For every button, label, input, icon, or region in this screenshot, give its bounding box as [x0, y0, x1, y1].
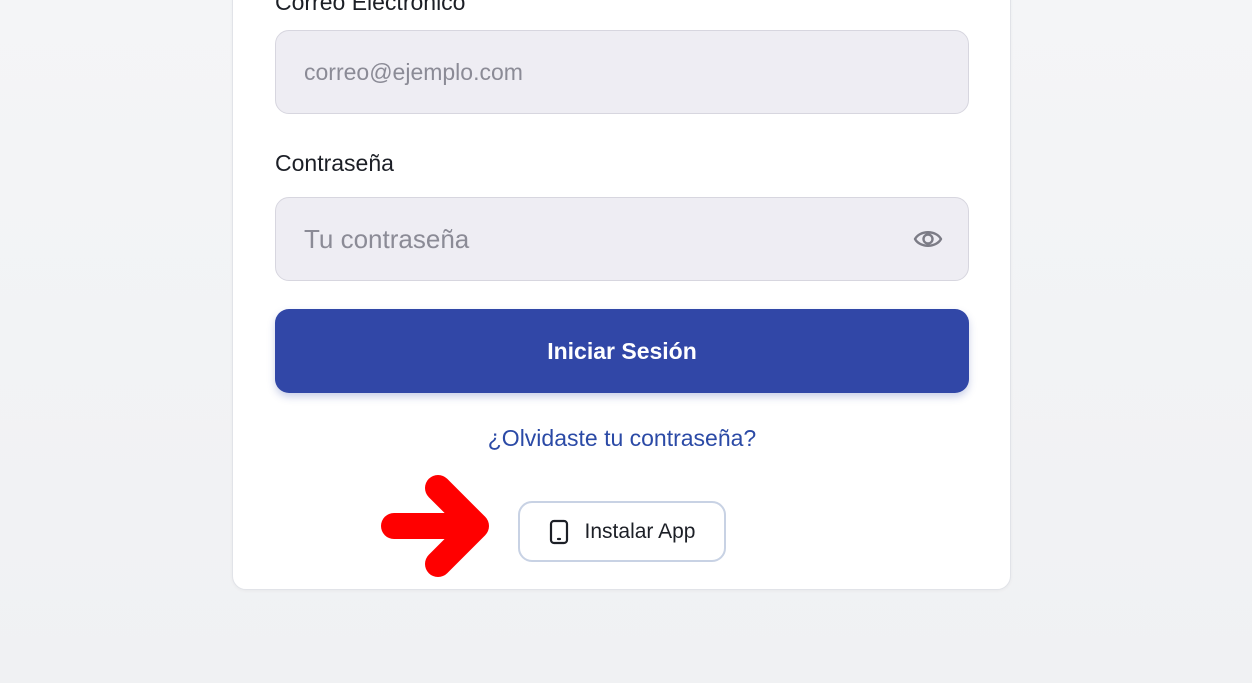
password-input[interactable] — [275, 197, 969, 281]
install-app-button[interactable]: Instalar App — [518, 501, 726, 562]
arrow-right-icon — [380, 470, 500, 582]
smartphone-icon — [549, 519, 569, 545]
password-label: Contraseña — [275, 150, 394, 176]
email-input[interactable] — [275, 30, 969, 114]
forgot-password-link[interactable]: ¿Olvidaste tu contraseña? — [275, 425, 969, 452]
login-button[interactable]: Iniciar Sesión — [275, 309, 969, 393]
install-app-label: Instalar App — [584, 519, 696, 543]
eye-icon[interactable] — [912, 225, 944, 253]
email-label: Correo Electrónico — [275, 0, 466, 15]
